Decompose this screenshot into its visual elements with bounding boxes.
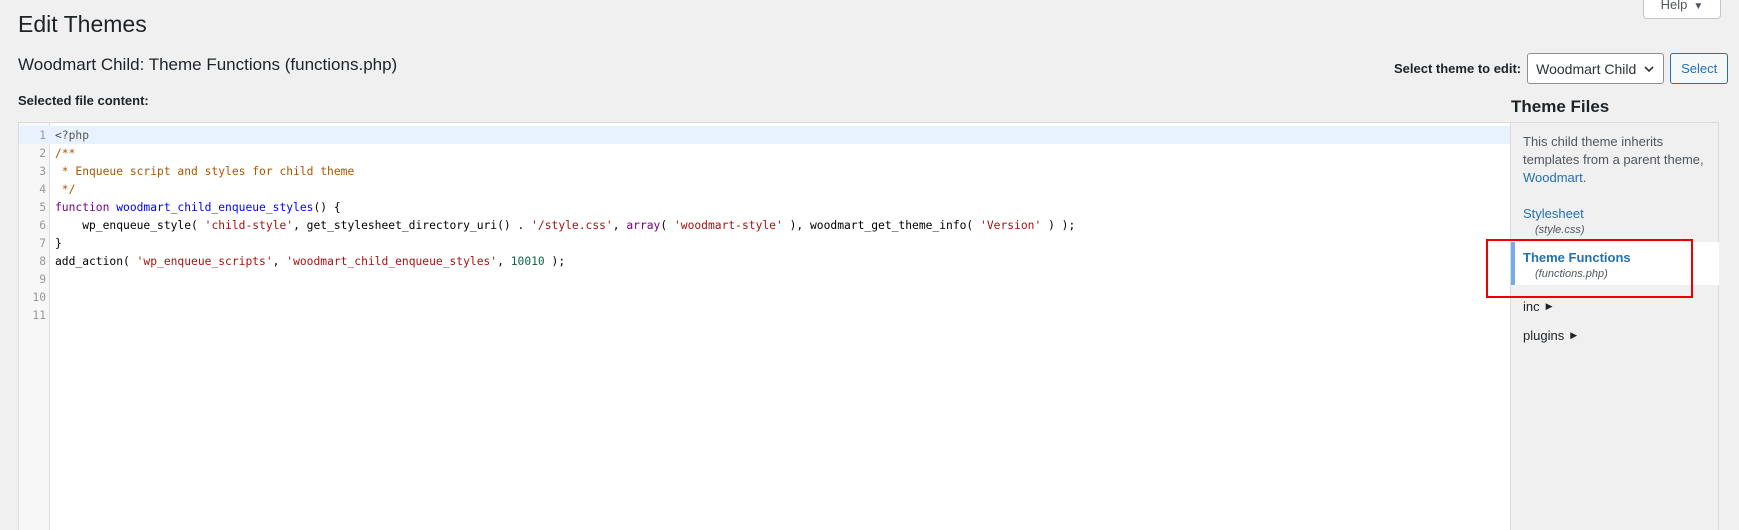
file-name: Stylesheet: [1523, 206, 1584, 221]
code-line[interactable]: 10: [19, 288, 1510, 306]
code-line[interactable]: 9: [19, 270, 1510, 288]
line-number: 2: [39, 146, 46, 160]
file-item-stylesheet[interactable]: Stylesheet (style.css): [1511, 205, 1719, 238]
code-line[interactable]: 6 wp_enqueue_style( 'child-style', get_s…: [19, 216, 1510, 234]
selected-file-label: Selected file content:: [18, 93, 149, 108]
line-number: 3: [39, 164, 46, 178]
code-token: ) );: [1041, 218, 1076, 232]
code-line[interactable]: 2 /**: [19, 144, 1510, 162]
line-code: add_action( 'wp_enqueue_scripts', 'woodm…: [55, 255, 565, 268]
code-token: add_action(: [55, 254, 137, 268]
file-path: (functions.php): [1535, 268, 1608, 280]
line-number: 1: [39, 128, 46, 142]
file-heading: Woodmart Child: Theme Functions (functio…: [18, 55, 398, 74]
line-number: 7: [39, 236, 46, 250]
code-token: '/style.css': [531, 218, 613, 232]
code-line[interactable]: 8 add_action( 'wp_enqueue_scripts', 'wood…: [19, 252, 1510, 270]
line-number: 9: [39, 272, 46, 286]
code-line[interactable]: 1 <?php: [19, 126, 1510, 144]
folder-item-plugins[interactable]: plugins ▶: [1523, 328, 1577, 343]
code-token: 10010: [510, 254, 545, 268]
theme-files-sidebar: This child theme inherits templates from…: [1511, 122, 1719, 530]
help-label: Help: [1660, 0, 1688, 12]
code-token: );: [544, 254, 566, 268]
triangle-right-icon: ▶: [1545, 301, 1553, 311]
help-button[interactable]: Help ▼: [1643, 0, 1721, 19]
select-theme-button[interactable]: Select: [1670, 53, 1729, 84]
line-number: 6: [39, 218, 46, 232]
file-item-theme-functions[interactable]: Theme Functions (functions.php): [1511, 242, 1719, 285]
file-name: Theme Functions: [1523, 250, 1631, 265]
code-token: wp_enqueue_style(: [55, 218, 205, 232]
code-token: 'child-style': [204, 218, 294, 232]
file-path: (style.css): [1535, 224, 1585, 236]
line-number: 8: [39, 254, 46, 268]
line-number: 4: [39, 182, 46, 196]
theme-select-label: Select theme to edit:: [1394, 61, 1522, 76]
note-text: This child theme inherits templates from…: [1523, 134, 1704, 167]
code-token: <?php: [55, 128, 90, 142]
code-token: (: [660, 218, 674, 232]
code-token: 'woodmart_child_enqueue_styles': [286, 254, 498, 268]
line-code: */: [55, 182, 76, 196]
code-line[interactable]: 5 function woodmart_child_enqueue_styles(…: [19, 198, 1510, 216]
code-line[interactable]: 7}: [19, 234, 1510, 252]
code-token: ,: [272, 254, 287, 268]
line-number: 10: [32, 290, 46, 304]
code-token: }: [55, 236, 62, 250]
folder-name: plugins: [1523, 328, 1565, 343]
code-token: array: [626, 218, 661, 232]
code-token: function: [55, 200, 117, 214]
code-token: 'woodmart-style': [673, 218, 783, 232]
code-token: /**: [55, 146, 76, 160]
line-number: 5: [39, 200, 46, 214]
line-code: * Enqueue script and styles for child th…: [55, 165, 354, 178]
folder-name: inc: [1523, 299, 1540, 314]
code-editor[interactable]: 1 <?php 2 /** 3 * Enqueue script and styles …: [18, 122, 1511, 530]
line-code: <?php: [55, 129, 89, 142]
line-code: }: [55, 237, 62, 250]
theme-select[interactable]: Woodmart Child: [1527, 53, 1665, 84]
code-line[interactable]: 4 */: [19, 180, 1510, 198]
code-token: * Enqueue script and styles for child th…: [55, 164, 355, 178]
code-token: 'wp_enqueue_scripts': [136, 254, 273, 268]
code-token: woodmart_child_enqueue_styles: [116, 200, 314, 214]
theme-files-title: Theme Files: [1511, 97, 1610, 116]
theme-select-area: Select theme to edit: Woodmart Child Sel…: [1394, 53, 1729, 84]
line-code: /**: [55, 147, 75, 160]
code-line[interactable]: 3 * Enqueue script and styles for child …: [19, 162, 1510, 180]
caret-down-icon: ▼: [1693, 1, 1704, 12]
page-title: Edit Themes: [18, 11, 147, 37]
folder-item-inc[interactable]: inc ▶: [1523, 299, 1553, 314]
line-code: wp_enqueue_style( 'child-style', get_sty…: [55, 219, 1075, 232]
chevron-down-icon: [1644, 65, 1654, 72]
code-token: 'Version': [980, 218, 1042, 232]
theme-select-value: Woodmart Child: [1536, 60, 1637, 77]
code-token: */: [55, 182, 76, 196]
code-line[interactable]: 11: [19, 306, 1510, 324]
line-number: 11: [32, 308, 46, 322]
code-token: ,: [497, 254, 511, 268]
child-theme-note: This child theme inherits templates from…: [1523, 133, 1713, 187]
code-token: , get_stylesheet_directory_uri() .: [293, 218, 532, 232]
code-token: ,: [612, 218, 627, 232]
code-token: ), woodmart_get_theme_info(: [782, 218, 981, 232]
triangle-right-icon: ▶: [1570, 330, 1578, 340]
parent-theme-link[interactable]: Woodmart: [1523, 170, 1583, 185]
line-code: function woodmart_child_enqueue_styles()…: [55, 201, 341, 214]
note-suffix: .: [1582, 170, 1587, 185]
code-token: () {: [313, 200, 341, 214]
